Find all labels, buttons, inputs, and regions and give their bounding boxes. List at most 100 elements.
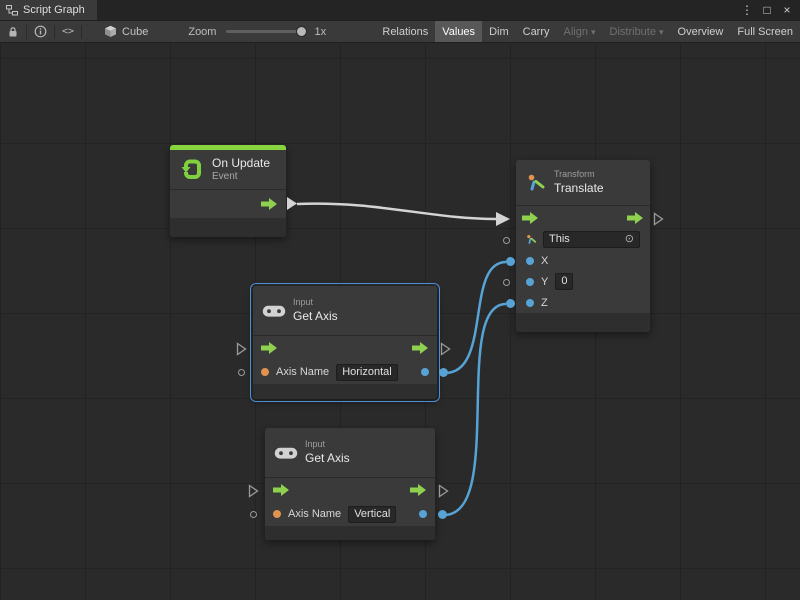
axis-name-field[interactable]: Vertical (348, 506, 396, 523)
node-translate[interactable]: Transform Translate This ⊙ (516, 160, 650, 332)
value-wire-horizontal-to-x[interactable] (445, 262, 506, 373)
axis-name-connector[interactable] (238, 369, 245, 376)
result-connector[interactable] (438, 510, 447, 519)
gamepad-icon (274, 446, 298, 460)
graph-canvas[interactable]: On Update Event Transform Translate (0, 43, 800, 600)
target-object-dropdown[interactable]: This ⊙ (543, 231, 640, 248)
flow-row (265, 478, 435, 502)
object-picker-icon[interactable]: ⊙ (625, 233, 634, 246)
transform-mini-icon (526, 234, 537, 245)
value-row: Axis Name Horizontal (253, 360, 437, 384)
flow-row (170, 190, 286, 218)
x-port-dot[interactable] (526, 257, 534, 265)
distribute-button[interactable]: Distribute ▾ (603, 21, 671, 42)
dim-button[interactable]: Dim (482, 21, 516, 42)
y-port-dot[interactable] (526, 278, 534, 286)
node-category: Input (305, 439, 350, 450)
tab-title: Script Graph (23, 4, 85, 16)
target-row: This ⊙ (516, 229, 650, 250)
zoom-slider[interactable] (226, 30, 304, 33)
flow-output-arrow-icon[interactable] (412, 342, 429, 354)
maximize-icon[interactable]: □ (758, 1, 776, 19)
flow-output-connector-triangle[interactable] (438, 484, 449, 498)
value-wire-vertical-to-z[interactable] (444, 304, 506, 515)
y-port-connector[interactable] (503, 279, 510, 286)
zoom-slider-handle[interactable] (296, 26, 307, 37)
axis-name-label: Axis Name (288, 508, 341, 520)
toolbar-divider (81, 25, 82, 39)
chevron-down-icon: ▾ (659, 27, 664, 38)
window-controls: ⋮ □ × (738, 0, 800, 20)
flow-row (516, 206, 650, 229)
preview-code-button[interactable]: <> (55, 21, 81, 42)
node-category: Input (293, 297, 338, 308)
axis-name-connector[interactable] (250, 511, 257, 518)
title-bar: Script Graph ⋮ □ × (0, 0, 800, 20)
flow-output-arrow-icon[interactable] (261, 198, 278, 210)
info-button[interactable] (27, 21, 54, 42)
flow-output-connector-triangle[interactable] (653, 212, 664, 226)
x-port-connector[interactable] (506, 257, 515, 266)
z-port-connector[interactable] (506, 299, 515, 308)
target-port-connector[interactable] (503, 237, 510, 244)
flow-wire-arrowhead (496, 212, 510, 226)
flow-output-connector-triangle[interactable] (440, 342, 451, 356)
script-graph-icon (6, 4, 18, 16)
graph-owner-button[interactable]: Cube (98, 21, 154, 42)
flow-input-arrow-icon[interactable] (273, 484, 290, 496)
flow-input-arrow-icon[interactable] (261, 342, 278, 354)
node-category: Transform (554, 169, 604, 180)
z-port-label: Z (541, 297, 548, 309)
value-row: Axis Name Vertical (265, 502, 435, 526)
flow-output-arrow-icon[interactable] (410, 484, 427, 496)
node-header: Transform Translate (516, 160, 650, 206)
axis-name-field[interactable]: Horizontal (336, 364, 398, 381)
node-header: Input Get Axis (265, 428, 435, 478)
axis-name-port-dot[interactable] (261, 368, 269, 376)
tab-script-graph[interactable]: Script Graph (0, 0, 97, 20)
flow-row (253, 336, 437, 360)
lock-button[interactable] (0, 21, 26, 42)
flow-wire-onupdate-translate[interactable] (297, 204, 496, 219)
graph-toolbar: <> Cube Zoom 1x Relations Values Dim Car… (0, 20, 800, 43)
menu-icon[interactable]: ⋮ (738, 1, 756, 19)
graph-owner-label: Cube (122, 26, 148, 38)
flow-input-arrow-icon[interactable] (522, 212, 539, 224)
result-port-dot[interactable] (419, 510, 427, 518)
overview-button[interactable]: Overview (671, 21, 731, 42)
node-title: On Update (212, 156, 270, 171)
node-on-update[interactable]: On Update Event (170, 145, 286, 237)
full-screen-button[interactable]: Full Screen (730, 21, 800, 42)
info-icon (34, 25, 47, 38)
flow-input-connector-triangle[interactable] (248, 484, 259, 498)
zoom-value: 1x (314, 26, 326, 38)
flow-output-arrow-icon[interactable] (627, 212, 644, 224)
transform-icon (525, 172, 547, 194)
z-port-dot[interactable] (526, 299, 534, 307)
flow-input-connector-triangle[interactable] (236, 342, 247, 356)
carry-button[interactable]: Carry (516, 21, 557, 42)
close-icon[interactable]: × (778, 1, 796, 19)
port-row-x: X (516, 250, 650, 271)
toolbar-buttons: Relations Values Dim Carry Align ▾ Distr… (375, 21, 800, 42)
result-port-dot[interactable] (421, 368, 429, 376)
node-footer (253, 384, 437, 399)
align-button[interactable]: Align ▾ (557, 21, 603, 42)
y-value-field[interactable]: 0 (555, 273, 573, 290)
result-connector[interactable] (439, 368, 448, 377)
node-get-axis-horizontal[interactable]: Input Get Axis Axis Name Horizontal (253, 286, 437, 399)
chevron-down-icon: ▾ (591, 27, 596, 38)
node-footer (170, 218, 286, 237)
node-header: On Update Event (170, 150, 286, 190)
flow-output-connector[interactable] (286, 196, 298, 211)
node-get-axis-vertical[interactable]: Input Get Axis Axis Name Vertical (265, 428, 435, 540)
axis-name-port-dot[interactable] (273, 510, 281, 518)
node-footer (265, 526, 435, 540)
node-footer (516, 313, 650, 332)
node-title: Get Axis (305, 451, 350, 466)
values-button[interactable]: Values (435, 21, 482, 42)
port-row-z: Z (516, 292, 650, 313)
axis-name-label: Axis Name (276, 366, 329, 378)
node-subtitle: Event (212, 171, 270, 184)
relations-button[interactable]: Relations (375, 21, 435, 42)
